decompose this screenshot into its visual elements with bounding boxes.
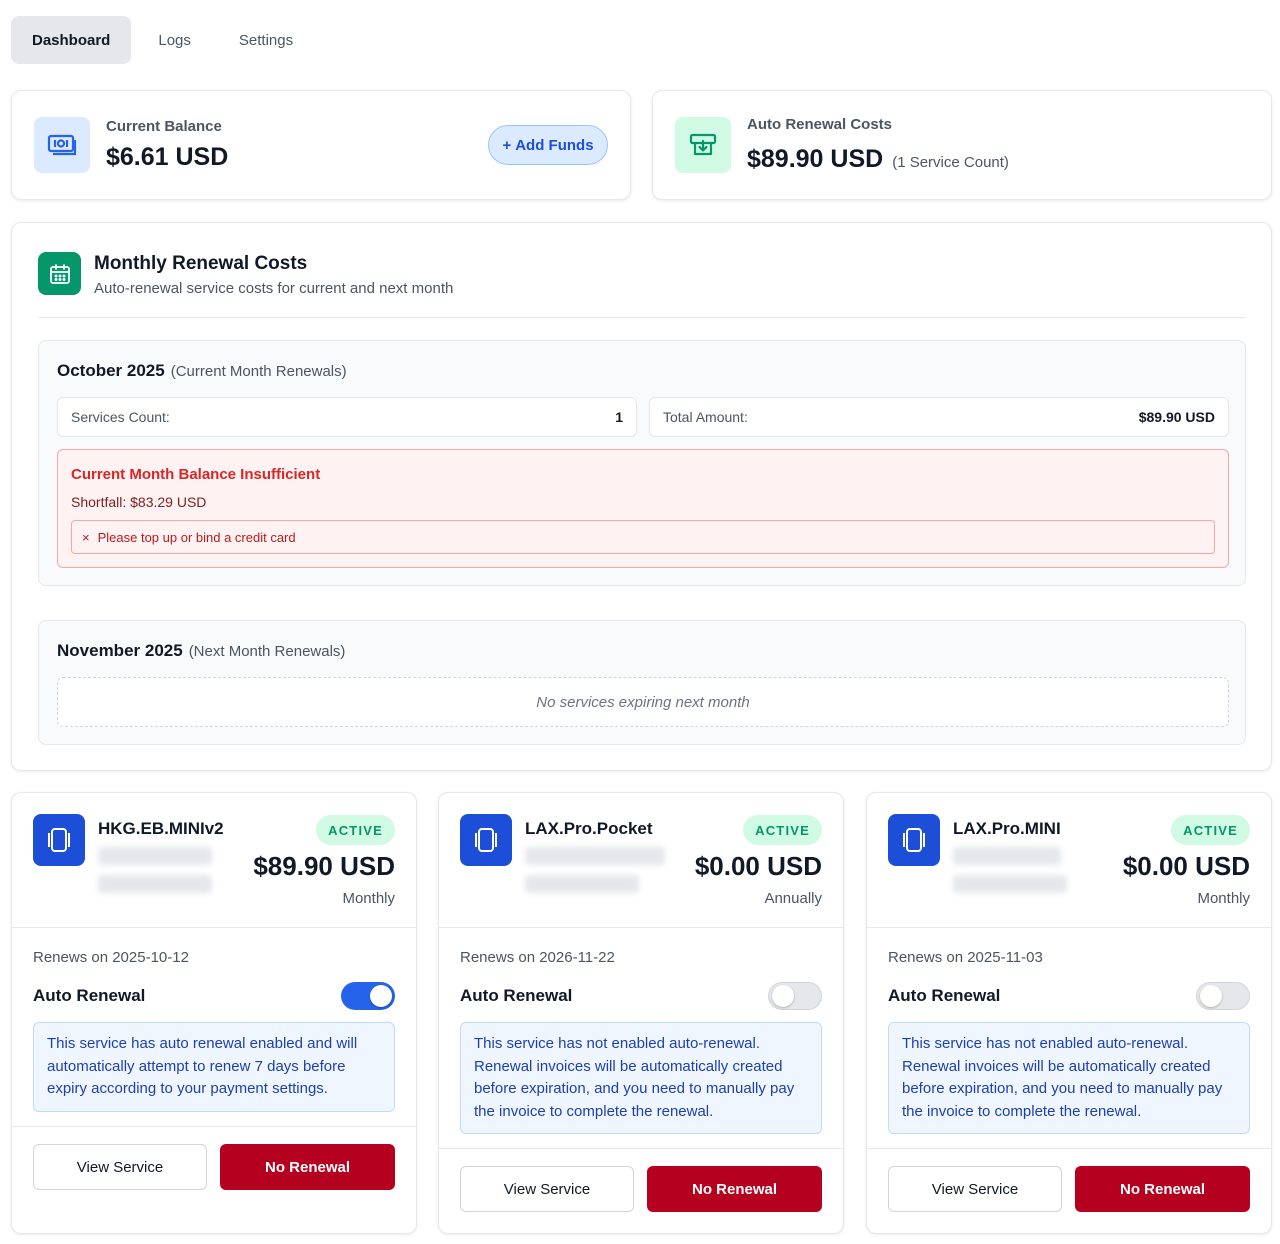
monthly-renewal-card: Monthly Renewal Costs Auto-renewal servi…: [11, 222, 1272, 771]
redacted-detail: [525, 847, 665, 865]
tab-settings[interactable]: Settings: [218, 16, 314, 64]
close-x-icon: ×: [82, 529, 90, 545]
renews-date: Renews on 2025-10-12: [33, 949, 189, 966]
status-badge: ACTIVE: [1171, 815, 1250, 845]
auto-renewal-costs-card: Auto Renewal Costs $89.90 USD (1 Service…: [652, 90, 1272, 200]
balance-label: Current Balance: [106, 118, 222, 135]
service-card: LAX.Pro.MINI ACTIVE $0.00 USD Monthly Re…: [866, 792, 1272, 1234]
services-count-value: 1: [615, 409, 623, 425]
renews-date: Renews on 2026-11-22: [460, 949, 615, 966]
next-month-box: November 2025 (Next Month Renewals) No se…: [38, 620, 1246, 745]
phone-icon: [33, 814, 85, 866]
auto-renewal-toggle[interactable]: [341, 982, 395, 1010]
nav-tabs: Dashboard Logs Settings: [11, 16, 314, 64]
view-service-button[interactable]: View Service: [460, 1166, 634, 1212]
total-amount-value: $89.90 USD: [1138, 409, 1215, 425]
redacted-detail: [98, 875, 212, 893]
phone-icon: [460, 814, 512, 866]
next-month-title: November 2025 (Next Month Renewals): [57, 641, 345, 661]
tab-logs[interactable]: Logs: [137, 16, 212, 64]
alert-action-text: Please top up or bind a credit card: [97, 529, 296, 545]
service-price: $0.00 USD: [694, 851, 822, 881]
phone-icon: [888, 814, 940, 866]
auto-costs-value: $89.90 USD: [747, 145, 884, 173]
services-count-row: Services Count: 1: [57, 397, 637, 437]
service-name: LAX.Pro.Pocket: [525, 819, 653, 838]
auto-costs-value-row: $89.90 USD (1 Service Count): [747, 145, 1009, 174]
alert-title: Current Month Balance Insufficient: [71, 466, 321, 483]
card-divider: [439, 1148, 843, 1149]
service-name: LAX.Pro.MINI: [953, 819, 1061, 838]
renews-date: Renews on 2025-11-03: [888, 949, 1043, 966]
monthly-divider: [38, 317, 1246, 318]
redacted-detail: [98, 847, 212, 865]
redacted-detail: [953, 847, 1061, 865]
add-funds-label: Add Funds: [515, 136, 594, 154]
next-month-empty: No services expiring next month: [57, 677, 1229, 727]
card-divider: [439, 927, 843, 928]
insufficient-balance-alert: Current Month Balance Insufficient Short…: [57, 449, 1229, 568]
current-month-box: October 2025 (Current Month Renewals) Ser…: [38, 340, 1246, 586]
no-renewal-button[interactable]: No Renewal: [1075, 1166, 1250, 1212]
service-price: $89.90 USD: [253, 851, 395, 881]
service-name: HKG.EB.MINIv2: [98, 819, 224, 838]
card-divider: [867, 1148, 1271, 1149]
auto-renewal-toggle[interactable]: [768, 982, 822, 1010]
monthly-subtitle: Auto-renewal service costs for current a…: [94, 280, 454, 297]
renewal-info: This service has auto renewal enabled an…: [33, 1022, 395, 1112]
no-renewal-button[interactable]: No Renewal: [647, 1166, 822, 1212]
monthly-title: Monthly Renewal Costs: [94, 253, 308, 274]
next-month-name: November 2025: [57, 641, 183, 660]
service-price: $0.00 USD: [1122, 851, 1250, 881]
redacted-detail: [953, 875, 1067, 893]
billing-cycle: Annually: [764, 890, 822, 907]
card-divider: [12, 1126, 416, 1127]
next-month-tag: (Next Month Renewals): [188, 643, 346, 660]
toggle-knob: [370, 985, 392, 1007]
service-card: HKG.EB.MINIv2 ACTIVE $89.90 USD Monthly …: [11, 792, 417, 1234]
renewal-info: This service has not enabled auto-renewa…: [460, 1022, 822, 1134]
view-service-button[interactable]: View Service: [888, 1166, 1062, 1212]
card-divider: [867, 927, 1271, 928]
alert-shortfall: Shortfall: $83.29 USD: [71, 494, 207, 510]
auto-renewal-toggle[interactable]: [1196, 982, 1250, 1010]
auto-renewal-label: Auto Renewal: [460, 986, 573, 1005]
toggle-knob: [772, 985, 794, 1007]
balance-value: $6.61 USD: [106, 143, 229, 171]
calendar-icon: [38, 252, 81, 295]
auto-renewal-label: Auto Renewal: [888, 986, 1001, 1005]
download-box-icon: [675, 117, 731, 173]
billing-cycle: Monthly: [342, 890, 395, 907]
current-month-title: October 2025 (Current Month Renewals): [57, 361, 347, 381]
billing-cycle: Monthly: [1197, 890, 1250, 907]
no-renewal-button[interactable]: No Renewal: [220, 1144, 395, 1190]
money-icon: [34, 117, 90, 173]
redacted-detail: [525, 875, 639, 893]
add-funds-button[interactable]: + Add Funds: [488, 125, 608, 165]
auto-renewal-label: Auto Renewal: [33, 986, 146, 1005]
auto-costs-count: (1 Service Count): [892, 154, 1009, 171]
services-count-label: Services Count:: [71, 409, 170, 425]
status-badge: ACTIVE: [743, 815, 822, 845]
balance-card: Current Balance $6.61 USD + Add Funds: [11, 90, 631, 200]
service-card: LAX.Pro.Pocket ACTIVE $0.00 USD Annually…: [438, 792, 844, 1234]
alert-action: × Please top up or bind a credit card: [71, 520, 1215, 554]
auto-costs-label: Auto Renewal Costs: [747, 116, 893, 133]
view-service-button[interactable]: View Service: [33, 1144, 207, 1190]
tab-dashboard[interactable]: Dashboard: [11, 16, 132, 64]
toggle-knob: [1200, 985, 1222, 1007]
total-amount-label: Total Amount:: [663, 409, 748, 425]
current-month-name: October 2025: [57, 361, 165, 380]
status-badge: ACTIVE: [316, 815, 395, 845]
renewal-info: This service has not enabled auto-renewa…: [888, 1022, 1250, 1134]
current-month-tag: (Current Month Renewals): [170, 363, 347, 380]
card-divider: [12, 927, 416, 928]
total-amount-row: Total Amount: $89.90 USD: [649, 397, 1229, 437]
plus-icon: +: [502, 136, 512, 154]
